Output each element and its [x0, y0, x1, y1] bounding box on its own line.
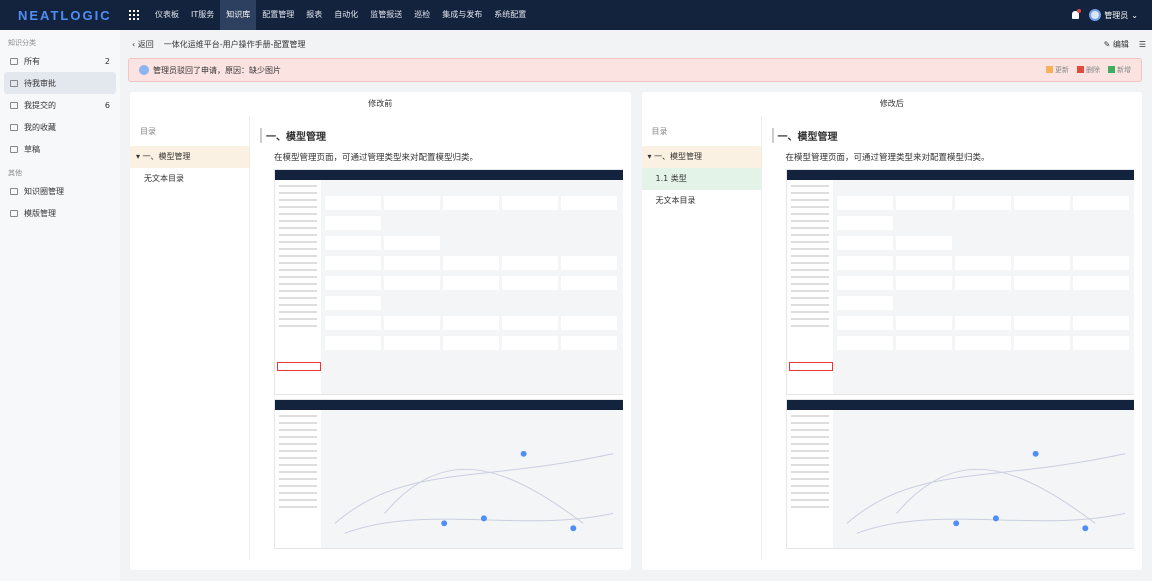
- sidebar-item-label: 我提交的: [24, 100, 56, 110]
- folder-icon: [10, 145, 18, 153]
- folder-icon: [10, 79, 18, 87]
- sidebar: 知识分类 所有 2 待我审批 我提交的 6 我的收藏 草稿 其他 知识圈管理 模版管…: [0, 30, 120, 581]
- user-icon: [139, 65, 149, 75]
- nav-it-service[interactable]: IT服务: [185, 0, 220, 30]
- sidebar-item-label: 我的收藏: [24, 122, 56, 132]
- doc-content: 一、模型管理 在模型管理页面，可通过管理类型来对配置模型归类。: [260, 116, 623, 560]
- sidebar-item-label: 待我审批: [24, 78, 56, 88]
- screenshot-image: [785, 399, 1134, 549]
- sidebar-item-template[interactable]: 模版管理: [4, 202, 116, 224]
- before-panel: 修改前 目录 ▾ 一、模型管理 无文本目录 一、模型管理 在模型管理页面，可通过…: [130, 92, 631, 570]
- panel-title: 修改后: [879, 99, 904, 108]
- circle-icon: [10, 187, 18, 195]
- screenshot-image: [785, 169, 1134, 395]
- apps-grid-icon[interactable]: [129, 10, 139, 20]
- menu-icon[interactable]: ☰: [1139, 40, 1146, 49]
- sidebar-item-label: 草稿: [24, 144, 40, 154]
- diff-legend: 更新 删除 新增: [1046, 65, 1131, 75]
- main: ‹ 返回 一体化运维平台-用户操作手册-配置管理 ✎ 编辑 ☰ 管理员驳回了申请…: [128, 30, 1146, 581]
- legend-delete: 删除: [1077, 65, 1100, 75]
- logo: NEATLOGIC: [18, 7, 112, 23]
- toc-caption: 目录: [140, 127, 156, 136]
- sidebar-item-pending[interactable]: 待我审批: [4, 72, 116, 94]
- pencil-icon: ✎: [1103, 39, 1111, 49]
- folder-icon: [10, 123, 18, 131]
- section-heading: 一、模型管理: [260, 128, 623, 143]
- nav-inspection[interactable]: 巡检: [408, 0, 436, 30]
- sidebar-item-submitted[interactable]: 我提交的 6: [4, 94, 116, 116]
- doc-content: 一、模型管理 在模型管理页面，可通过管理类型来对配置模型归类。: [771, 116, 1135, 560]
- paragraph: 在模型管理页面，可通过管理类型来对配置模型归类。: [274, 153, 479, 163]
- toc: 目录 ▾ 一、模型管理 1.1 类型 无文本目录: [641, 116, 762, 560]
- nav-automation[interactable]: 自动化: [328, 0, 364, 30]
- nav-system[interactable]: 系统配置: [488, 0, 532, 30]
- toc-item[interactable]: 无文本目录: [130, 168, 249, 190]
- sidebar-item-label: 所有: [24, 56, 40, 66]
- back-button[interactable]: ‹ 返回: [132, 39, 154, 50]
- panel-title: 修改前: [368, 99, 393, 108]
- section-heading: 一、模型管理: [771, 128, 1135, 143]
- folder-icon: [10, 57, 18, 65]
- sidebar-item-label: 模版管理: [24, 208, 56, 218]
- nav-dashboard[interactable]: 仪表板: [149, 0, 185, 30]
- toc-caption: 目录: [651, 127, 668, 136]
- user-menu[interactable]: 管理员 ⌄: [1089, 9, 1138, 21]
- toc-item[interactable]: ▾ 一、模型管理: [130, 146, 249, 168]
- count-badge: 6: [104, 100, 110, 110]
- sidebar-item-drafts[interactable]: 草稿: [4, 138, 116, 160]
- top-bar: NEATLOGIC 仪表板 IT服务 知识库 配置管理 报表 自动化 监管报送 …: [0, 0, 1152, 30]
- count-badge: 2: [104, 56, 110, 66]
- legend-add: 新增: [1108, 65, 1131, 75]
- screenshot-image: [274, 399, 623, 549]
- nav-knowledge[interactable]: 知识库: [220, 0, 257, 30]
- avatar: [1089, 9, 1102, 21]
- main-nav: 仪表板 IT服务 知识库 配置管理 报表 自动化 监管报送 巡检 集成与发布 系…: [149, 0, 532, 30]
- toc-item[interactable]: 无文本目录: [642, 190, 761, 212]
- sidebar-item-favorites[interactable]: 我的收藏: [4, 116, 116, 138]
- sidebar-item-circle[interactable]: 知识圈管理: [4, 180, 116, 202]
- folder-icon: [10, 101, 18, 109]
- back-label: 返回: [137, 39, 154, 49]
- template-icon: [10, 209, 18, 217]
- sidebar-item-label: 知识圈管理: [24, 186, 64, 196]
- toc: 目录 ▾ 一、模型管理 无文本目录: [130, 116, 250, 560]
- legend-update: 更新: [1046, 65, 1069, 75]
- chevron-down-icon: ⌄: [1131, 10, 1138, 20]
- edit-button[interactable]: ✎ 编辑: [1104, 39, 1129, 50]
- toc-item[interactable]: ▾ 一、模型管理: [641, 146, 761, 168]
- alert-text: 管理员驳回了申请，原因：缺少图片: [153, 65, 281, 75]
- bell-icon[interactable]: [1072, 9, 1082, 19]
- nav-regulatory[interactable]: 监管报送: [364, 0, 408, 30]
- nav-integration[interactable]: 集成与发布: [436, 0, 488, 30]
- toc-item-added[interactable]: 1.1 类型: [641, 168, 761, 190]
- sidebar-group-label: 其他: [8, 169, 22, 177]
- paragraph: 在模型管理页面，可通过管理类型来对配置模型归类。: [785, 153, 990, 163]
- edit-label: 编辑: [1112, 39, 1129, 49]
- sidebar-group-label: 知识分类: [8, 39, 36, 47]
- nav-report[interactable]: 报表: [300, 0, 328, 30]
- screenshot-image: [274, 169, 623, 395]
- rejection-alert: 管理员驳回了申请，原因：缺少图片 更新 删除 新增: [128, 58, 1142, 82]
- user-name: 管理员: [1104, 10, 1129, 20]
- after-panel: 修改后 目录 ▾ 一、模型管理 1.1 类型 无文本目录 一、模型管理 在模型管…: [641, 92, 1142, 570]
- page-title: 一体化运维平台-用户操作手册-配置管理: [163, 39, 306, 49]
- nav-config[interactable]: 配置管理: [256, 0, 300, 30]
- breadcrumb: ‹ 返回 一体化运维平台-用户操作手册-配置管理 ✎ 编辑 ☰: [128, 30, 1146, 58]
- sidebar-item-all[interactable]: 所有 2: [4, 50, 116, 72]
